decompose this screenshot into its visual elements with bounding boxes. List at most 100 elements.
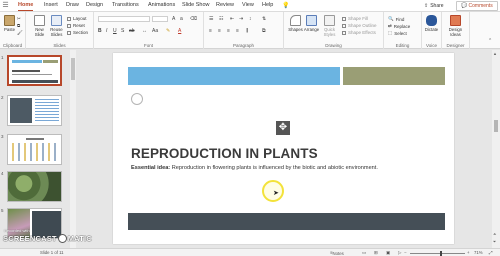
zoom-out-icon[interactable]: − [404,250,407,255]
slide-thumbnail-1[interactable] [7,55,62,86]
voice-group-label: Voice [425,43,437,48]
new-slide-button[interactable]: New Slide [32,15,47,37]
tab-view[interactable]: View [242,2,254,8]
thumbnail-scroll-thumb[interactable] [71,58,75,80]
tab-draw[interactable]: Draw [66,2,79,8]
tab-help[interactable]: Help [262,2,273,8]
align-right-icon[interactable]: ≡ [227,28,230,34]
zoom-level[interactable]: 71% [474,250,483,255]
tab-insert[interactable]: Insert [44,2,58,8]
normal-view-icon[interactable]: ▭ [362,250,366,256]
spacing-icon[interactable]: ↔ [142,28,147,34]
placeholder-circle[interactable] [131,93,143,105]
paste-button[interactable]: Paste [2,15,17,32]
increase-indent-icon[interactable]: ⇥ [239,16,243,22]
ribbon: Paste ✂ ⧉ 🖌 Clipboard New Slide Reuse Sl… [0,12,500,49]
justify-icon[interactable]: ≡ [236,28,239,34]
shape-fill-button[interactable]: Shape Fill [342,16,368,21]
smartart-icon[interactable]: ⧉ [262,28,266,34]
shape-outline-label: Shape Outline [348,23,377,28]
font-color-icon[interactable]: A [178,28,181,34]
slide-scroll-thumb[interactable] [494,120,498,132]
notes-button[interactable]: ≡ Notes [330,250,344,256]
fit-to-window-icon[interactable]: ⤢ [489,250,492,255]
zoom-in-icon[interactable]: + [467,250,470,255]
slide-title[interactable]: REPRODUCTION IN PLANTS [131,146,318,161]
comments-button[interactable]: 💬 Comments [456,1,498,11]
text-direction-icon[interactable]: ⇅ [262,16,266,22]
case-icon[interactable]: Aa [152,28,158,34]
numbering-icon[interactable]: ☷ [219,16,223,22]
tab-slide-show[interactable]: Slide Show [182,2,210,8]
editing-group-label: Editing [395,43,410,48]
shape-effects-button[interactable]: Shape Effects [342,30,376,35]
previous-slide-icon[interactable]: ⏶ [493,231,496,236]
slide-thumbnail-3[interactable] [7,134,62,165]
share-button[interactable]: ⇪ Share [424,2,450,10]
cut-icon[interactable]: ✂ [17,16,21,22]
slide-thumbnail-2[interactable] [7,95,62,126]
clear-format-icon[interactable]: ⌫ [190,16,197,22]
tab-design[interactable]: Design [86,2,103,8]
watermark-text: SCREENCAST [3,234,57,243]
move-handle-icon[interactable]: ✥ [276,121,290,135]
bullets-icon[interactable]: ☰ [209,16,213,22]
layout-button[interactable]: Layout [67,16,87,21]
header-bar-olive[interactable] [343,67,445,85]
underline-icon[interactable]: U [113,28,117,34]
thumbnail-scrollbar[interactable] [70,50,76,248]
scroll-up-icon[interactable]: ▲ [493,51,497,56]
zoom-slider-knob[interactable] [440,251,442,256]
find-button[interactable]: 🔍 Find [388,16,404,22]
align-center-icon[interactable]: ≡ [218,28,221,34]
highlight-icon[interactable]: ✎ [166,28,170,34]
slide-sorter-icon[interactable]: ⊞ [374,250,378,256]
increase-font-icon[interactable]: A [172,16,175,22]
tab-review[interactable]: Review [216,2,234,8]
reset-icon [67,23,71,28]
slideshow-view-icon[interactable]: ▷ [398,250,401,256]
replace-button[interactable]: ⇄ Replace [388,23,410,29]
slide-counter: Slide 1 of 11 [40,250,64,255]
select-button[interactable]: ⬚ Select [388,30,407,36]
slide-scrollbar[interactable]: ▲ ⏶ ⏷ [492,50,500,248]
strikethrough-icon[interactable]: ab [129,28,135,34]
slide[interactable]: ✥ REPRODUCTION IN PLANTS Essential idea:… [113,53,454,244]
align-left-icon[interactable]: ≡ [209,28,212,34]
columns-icon[interactable]: ⫼ [246,28,248,34]
file-menu-icon[interactable]: ☰ [1,1,10,10]
section-button[interactable]: Section [67,30,88,35]
decrease-indent-icon[interactable]: ⇤ [230,16,234,22]
header-bar-blue[interactable] [128,67,340,85]
bold-icon[interactable]: B [98,28,102,34]
reuse-slides-button[interactable]: Reuse Slides [49,15,64,37]
shape-outline-button[interactable]: Shape Outline [342,23,377,28]
italic-icon[interactable]: I [106,28,107,34]
shapes-button[interactable]: Shapes [288,15,303,32]
reset-button[interactable]: Reset [67,23,85,28]
decrease-font-icon[interactable]: a [180,16,183,22]
screencast-watermark: SCREENCAST MATIC [3,234,92,243]
quick-styles-button[interactable]: Quick Styles [322,15,337,37]
essential-idea-text[interactable]: Essential idea: Reproduction in flowerin… [131,165,378,171]
reading-view-icon[interactable]: ▣ [386,250,390,256]
tab-animations[interactable]: Animations [148,2,175,8]
footer-bar-dark[interactable] [128,213,445,230]
shadow-icon[interactable]: S [121,28,124,34]
copy-icon[interactable]: ⧉ [17,23,20,28]
dictate-button[interactable]: Dictate [424,15,439,32]
zoom-slider[interactable] [410,253,465,254]
tab-transitions[interactable]: Transitions [112,2,139,8]
lightbulb-icon[interactable]: 💡 [282,2,289,9]
collapse-ribbon-icon[interactable]: ⌃ [488,38,492,44]
tab-home[interactable]: Home [18,2,34,11]
slide-thumbnail-4[interactable] [7,171,62,202]
font-name-box[interactable] [98,16,150,22]
design-ideas-button[interactable]: Design Ideas [448,15,463,37]
format-painter-icon[interactable]: 🖌 [17,30,23,36]
watermark-logo-icon [57,234,67,243]
next-slide-icon[interactable]: ⏷ [493,239,496,244]
font-size-box[interactable] [152,16,168,22]
arrange-button[interactable]: Arrange [304,15,319,32]
line-spacing-icon[interactable]: ↕ [249,16,252,22]
